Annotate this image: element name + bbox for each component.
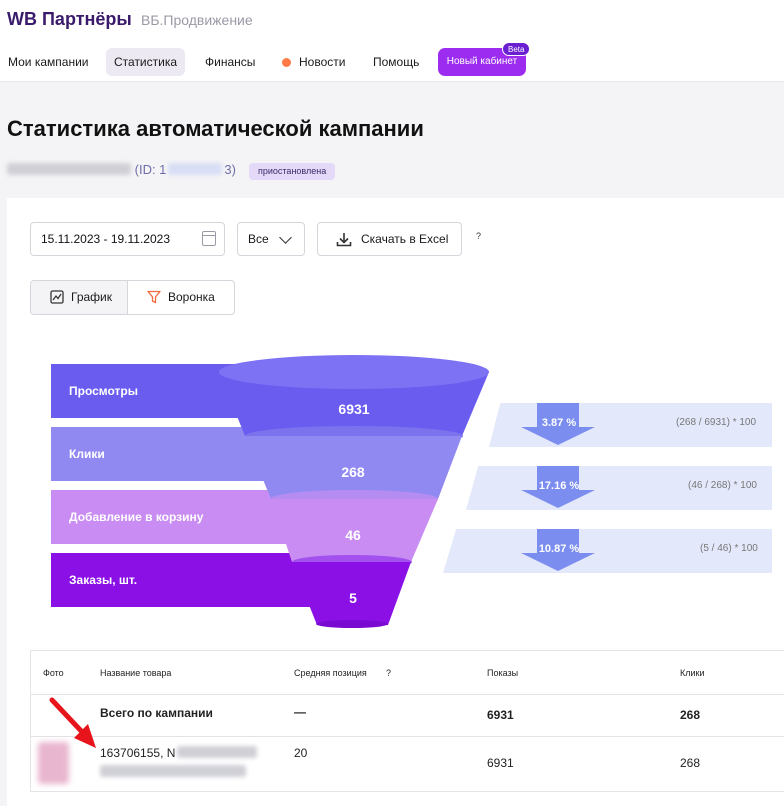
avg-position-help-icon[interactable]: ? xyxy=(386,668,391,678)
nav-news-label: Новости xyxy=(299,55,346,69)
chart-view-label: График xyxy=(71,290,112,304)
item-name-redacted xyxy=(177,746,258,758)
chevron-down-icon xyxy=(279,231,292,244)
item-row-name-text: 163706155, N xyxy=(100,746,176,760)
funnel-graphic: 6931 268 46 5 xyxy=(219,355,489,628)
conversion-formula-2: (46 / 268) * 100 xyxy=(688,480,757,491)
logo[interactable]: WB Партнёры xyxy=(7,9,132,30)
item-name-redacted-line xyxy=(100,765,246,777)
funnel-view-label: Воронка xyxy=(168,290,215,304)
calendar-icon[interactable] xyxy=(202,231,216,246)
total-row-clicks: 268 xyxy=(680,708,701,722)
beta-badge: Beta xyxy=(502,42,531,56)
filter-select-value: Все xyxy=(248,232,269,246)
nav-statistics[interactable]: Статистика xyxy=(106,48,186,76)
funnel-top-ellipse xyxy=(219,355,489,389)
conversion-percent-1: 3.87 % xyxy=(541,417,577,429)
product-name: ВБ.Продвижение xyxy=(141,12,253,28)
item-row-views: 6931 xyxy=(487,756,514,770)
conversion-formula-1: (268 / 6931) * 100 xyxy=(676,417,757,428)
news-dot-icon xyxy=(282,58,291,67)
conversion-formula-3: (5 / 46) * 100 xyxy=(700,543,758,554)
date-range-input[interactable]: 15.11.2023 - 19.11.2023 xyxy=(30,222,225,256)
total-row-position: — xyxy=(294,705,306,719)
nav-finance[interactable]: Финансы xyxy=(197,48,263,76)
red-arrow-annotation-icon xyxy=(49,697,96,748)
table-divider xyxy=(31,694,784,695)
column-header-photo: Фото xyxy=(43,668,64,678)
view-toggle: График Воронка xyxy=(30,280,235,315)
top-header: WB Партнёры ВБ.Продвижение Мои кампании … xyxy=(0,0,784,82)
excel-help-icon[interactable]: ? xyxy=(476,231,481,241)
total-row-name: Всего по кампании xyxy=(100,706,213,720)
total-row-views: 6931 xyxy=(487,708,514,722)
funnel-icon xyxy=(147,290,161,304)
status-badge: приостановлена xyxy=(249,163,336,180)
table-divider xyxy=(31,736,784,737)
filter-select[interactable]: Все xyxy=(237,222,305,256)
conversion-percent-3: 10.87 % xyxy=(538,543,580,555)
download-icon xyxy=(336,233,352,247)
campaign-info: (ID: 1 3) xyxy=(7,162,236,177)
download-excel-label: Скачать в Excel xyxy=(361,232,449,246)
column-header-avg-position: Средняя позиция xyxy=(294,668,367,678)
funnel-bottom-ellipse xyxy=(316,620,388,628)
campaign-id-end: 3) xyxy=(224,162,236,177)
column-header-views: Показы xyxy=(487,668,519,678)
page-title: Статистика автоматической кампании xyxy=(7,116,424,141)
item-row-position: 20 xyxy=(294,746,308,760)
date-range-value: 15.11.2023 - 19.11.2023 xyxy=(41,232,170,246)
item-row-clicks: 268 xyxy=(680,756,701,770)
nav-news[interactable]: Новости xyxy=(274,48,353,76)
campaign-id-label: (ID: 1 xyxy=(134,162,167,177)
item-row-name[interactable]: 163706155, N xyxy=(100,746,258,760)
conversion-percent-2: 17.16 % xyxy=(538,480,580,492)
nav-help[interactable]: Помощь xyxy=(365,48,427,76)
chart-icon xyxy=(50,290,64,304)
campaign-id-redacted xyxy=(168,163,223,175)
funnel-value-orders: 5 xyxy=(349,590,357,606)
column-header-clicks: Клики xyxy=(680,668,705,678)
column-header-name: Название товара xyxy=(100,668,172,678)
download-excel-button[interactable]: Скачать в Excel xyxy=(317,222,462,256)
funnel-value-cart: 46 xyxy=(345,527,361,543)
funnel-view-button[interactable]: Воронка xyxy=(128,281,234,314)
nav-my-campaigns[interactable]: Мои кампании xyxy=(0,48,96,76)
funnel-value-views: 6931 xyxy=(338,401,369,417)
campaign-name-redacted xyxy=(7,163,131,175)
chart-view-button[interactable]: График xyxy=(31,281,128,314)
funnel-value-clicks: 268 xyxy=(341,464,365,480)
